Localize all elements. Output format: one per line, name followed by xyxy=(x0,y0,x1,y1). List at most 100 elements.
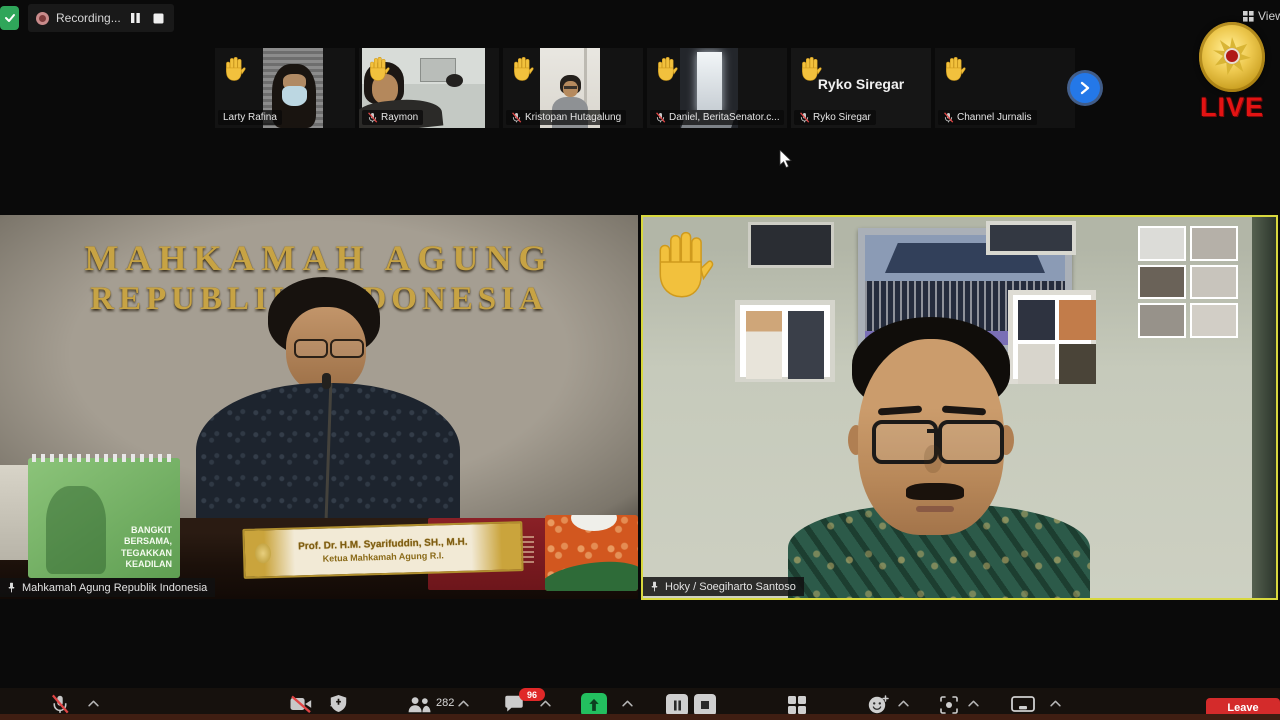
person-face xyxy=(563,81,578,97)
photo-frame-portraits xyxy=(735,300,835,382)
participant-name: Ryko Siregar xyxy=(813,112,871,123)
curtain-edge xyxy=(1252,217,1276,598)
mouse-cursor xyxy=(779,150,793,170)
photo-frame-small-top xyxy=(986,221,1076,255)
participant-tile-ryko[interactable]: Ryko Siregar Ryko Siregar xyxy=(791,48,931,128)
participant-name-label: Ryko Siregar xyxy=(794,110,876,125)
mahkamah-agung-gold-seal-logo xyxy=(1199,22,1265,92)
security-button[interactable] xyxy=(326,691,350,715)
helmet-object xyxy=(446,74,463,87)
participant-tile-channel-jurnalis[interactable]: Channel Jurnalis xyxy=(935,48,1075,128)
speaker-glasses-right-lens xyxy=(938,420,1004,464)
raised-hand-icon xyxy=(512,56,534,82)
wall-text-line1: MAHKAMAH AGUNG xyxy=(0,237,638,279)
photo-collage-wall xyxy=(1138,226,1238,338)
face-mask xyxy=(282,86,307,106)
participant-name: Channel Jurnalis xyxy=(957,112,1032,123)
portrait-photo-right xyxy=(788,311,824,379)
left-video-name: Mahkamah Agung Republik Indonesia xyxy=(22,582,207,594)
mic-muted-icon xyxy=(50,694,70,714)
participant-tile-kristopan[interactable]: Kristopan Hutagalung xyxy=(503,48,643,128)
focus-mode-button[interactable] xyxy=(938,694,960,716)
participant-tile-larty[interactable]: Larty Rafina xyxy=(215,48,355,128)
chat-options-chevron[interactable] xyxy=(540,700,551,707)
recording-label: Recording... xyxy=(56,11,121,25)
share-options-chevron[interactable] xyxy=(622,700,633,707)
apps-button[interactable] xyxy=(786,694,808,716)
pause-share-button[interactable] xyxy=(666,694,688,716)
judge-glasses-right-lens xyxy=(330,339,364,358)
recording-indicator: Recording... xyxy=(28,4,174,32)
reactions-options-chevron[interactable] xyxy=(898,700,909,707)
main-video-mahkamah-agung[interactable]: MAHKAMAH AGUNG REPUBLIK INDONESIA BANGKI… xyxy=(0,215,638,599)
main-video-hoky-soegiharto[interactable]: Hoky / Soegiharto Santoso xyxy=(641,215,1278,600)
photo-frame-top-left xyxy=(748,222,834,268)
participants-button[interactable] xyxy=(405,693,433,715)
calendar-slogan: BANGKIT BERSAMA, TEGAKKAN KEADILAN xyxy=(100,525,172,570)
share-arrow-icon xyxy=(588,698,600,712)
wall-photo xyxy=(1190,265,1238,300)
wall-photo xyxy=(1138,265,1186,300)
right-video-name: Hoky / Soegiharto Santoso xyxy=(665,581,796,593)
next-participants-page-button[interactable] xyxy=(1070,73,1100,103)
wall-photo xyxy=(1138,226,1186,261)
pause-recording-button[interactable] xyxy=(128,10,144,26)
person-glasses xyxy=(564,86,577,89)
mic-muted-icon xyxy=(511,112,522,123)
stop-share-button[interactable] xyxy=(694,694,716,716)
participant-name-label: Raymon xyxy=(362,110,423,125)
photo-frame-collage xyxy=(1008,290,1096,384)
zoom-meeting-window: Recording... View LIVE Larty Rafina xyxy=(0,0,1280,720)
wall-photo xyxy=(1190,226,1238,261)
mic-muted-icon xyxy=(799,112,810,123)
view-button[interactable]: View xyxy=(1243,7,1280,25)
video-off-icon xyxy=(289,695,313,713)
mic-muted-icon xyxy=(655,112,666,123)
participant-name: Raymon xyxy=(381,112,418,123)
desk-calendar: BANGKIT BERSAMA, TEGAKKAN KEADILAN xyxy=(28,458,180,578)
pin-icon xyxy=(6,582,17,593)
mute-button[interactable] xyxy=(48,692,72,716)
pin-icon xyxy=(649,581,660,592)
raised-hand-icon xyxy=(368,56,390,82)
raised-hand-icon-large xyxy=(654,228,714,302)
collage-photo-2 xyxy=(1059,300,1096,340)
wall-photo xyxy=(1190,303,1238,338)
collage-photo-4 xyxy=(1059,344,1096,384)
focus-options-chevron[interactable] xyxy=(968,700,979,707)
participant-name: Larty Rafina xyxy=(223,112,277,123)
whiteboard-button[interactable] xyxy=(1010,695,1036,715)
video-button[interactable] xyxy=(288,693,314,715)
speaker-nose xyxy=(924,445,942,473)
raised-hand-icon xyxy=(656,56,678,82)
nameplate-seal xyxy=(255,543,272,563)
stop-icon xyxy=(700,700,710,710)
participants-options-chevron[interactable] xyxy=(458,700,469,707)
seal-center-emblem xyxy=(1224,48,1240,64)
mute-options-chevron[interactable] xyxy=(88,700,99,707)
stop-recording-button[interactable] xyxy=(151,10,167,26)
participant-name-label: Channel Jurnalis xyxy=(938,110,1037,125)
whiteboard-options-chevron[interactable] xyxy=(1050,700,1061,707)
participant-name: Daniel, BeritaSenator.c... xyxy=(669,112,780,123)
portrait-photo-left xyxy=(746,311,782,379)
pause-icon xyxy=(673,700,682,711)
calendar-spiral-binding xyxy=(32,454,176,462)
shield-icon xyxy=(329,693,348,714)
participant-tile-raymon[interactable]: Raymon xyxy=(359,48,499,128)
collage-photo-1 xyxy=(1018,300,1055,340)
status-check-icon xyxy=(0,6,19,30)
reactions-smiley-icon xyxy=(867,694,889,716)
meeting-controls-toolbar xyxy=(0,688,1280,714)
nameplate-line2: Ketua Mahkamah Agung R.I. xyxy=(322,550,443,563)
speaker-mouth xyxy=(916,506,954,512)
participant-name-label: Daniel, BeritaSenator.c... xyxy=(650,110,784,125)
view-label: View xyxy=(1258,9,1280,23)
participant-name-label: Kristopan Hutagalung xyxy=(506,110,626,125)
mic-muted-icon xyxy=(367,112,378,123)
raised-hand-icon xyxy=(944,56,966,82)
calendar-fist-graphic xyxy=(46,486,106,574)
tissue-box xyxy=(545,515,638,591)
participant-tile-daniel[interactable]: Daniel, BeritaSenator.c... xyxy=(647,48,787,128)
collage-photo-3 xyxy=(1018,344,1055,384)
